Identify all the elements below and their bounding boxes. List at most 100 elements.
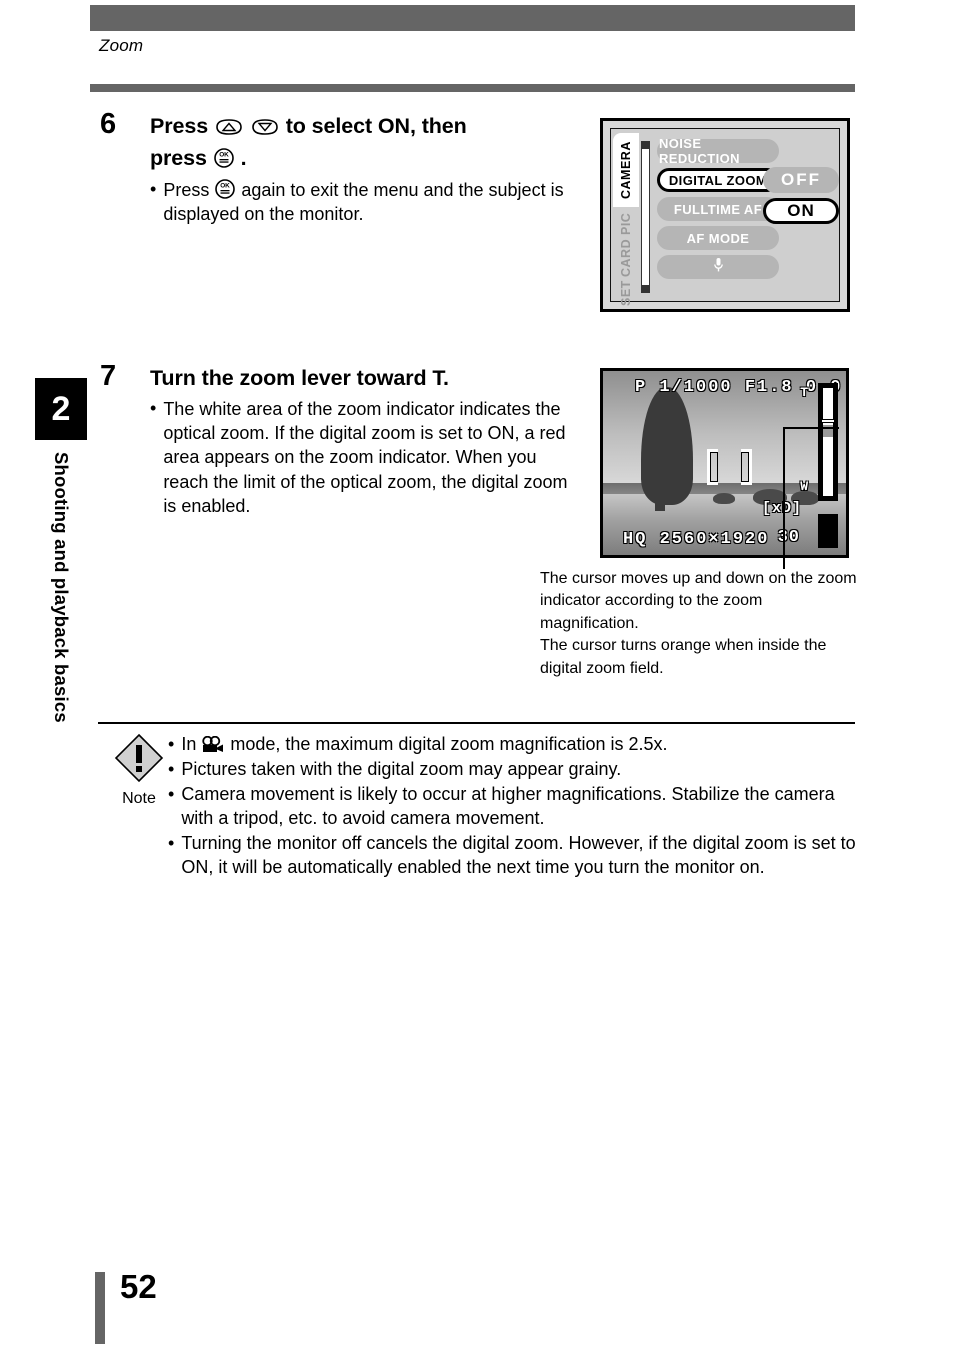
menu-tab-camera[interactable]: CAMERA	[613, 133, 639, 207]
menu-item-list: NOISE REDUCTION DIGITAL ZOOM FULLTIME AF…	[657, 136, 779, 284]
lcd-preview-figure: P 1/1000 F1.8 0.0 HQ 2560×1920 [xD] 30 T…	[600, 368, 849, 558]
menu-option-on[interactable]: ON	[763, 198, 839, 224]
osd-exposure-info: P 1/1000 F1.8 0.0	[635, 378, 843, 397]
menu-tab-pic-label: PIC	[619, 212, 633, 236]
photo-bush	[713, 493, 735, 504]
menu-option-on-label: ON	[787, 201, 815, 220]
menu-tab-pic[interactable]: PIC	[613, 209, 639, 239]
step-6-note-part1: Press	[163, 179, 210, 200]
note-icon-group: Note	[108, 732, 170, 808]
callout-leader-line	[783, 427, 785, 569]
scroll-down-icon[interactable]	[642, 285, 649, 292]
step-6-heading: Press to select ON, then press OK .	[150, 110, 570, 175]
menu-tab-card[interactable]: CARD	[613, 239, 639, 277]
menu-item-fulltime-af[interactable]: FULLTIME AF	[657, 197, 779, 221]
note-item-text: Camera movement is likely to occur at hi…	[181, 783, 835, 828]
bullet-marker: •	[168, 832, 175, 853]
step-6-heading-part3: press	[150, 146, 207, 171]
step-7-note: • The white area of the zoom indicator i…	[150, 397, 580, 518]
note-label: Note	[122, 790, 156, 807]
chapter-number: 2	[51, 389, 71, 428]
camera-menu-figure: CAMERA PIC CARD SET NOISE REDUCTION DIGI…	[600, 118, 850, 312]
step-6-body: Press to select ON, then press OK . • Pr…	[150, 110, 570, 226]
ok-menu-button-icon: OK	[213, 147, 235, 169]
menu-item-af-mode-label: AF MODE	[686, 230, 750, 246]
menu-item-noise-reduction[interactable]: NOISE REDUCTION	[657, 136, 779, 166]
chapter-title: Shooting and playback basics	[35, 452, 87, 812]
step-6-note: • Press OK again to exit the menu and th…	[150, 178, 570, 226]
step-6-heading-part1: Press	[150, 114, 209, 138]
zoom-indicator-track	[823, 388, 833, 496]
note-section-divider	[98, 722, 855, 724]
bullet-marker: •	[150, 178, 157, 199]
menu-item-digital-zoom-label: DIGITAL ZOOM	[668, 172, 768, 188]
ok-menu-button-icon: OK	[214, 178, 236, 200]
note-item-text: Turning the monitor off cancels the digi…	[181, 832, 856, 877]
note-warning-icon	[113, 733, 165, 788]
bullet-marker: •	[150, 398, 157, 419]
menu-tab-camera-label: CAMERA	[619, 141, 633, 199]
step-6-heading-part4: .	[240, 146, 247, 171]
note-item: • Camera movement is likely to occur at …	[168, 783, 858, 831]
running-head: Zoom	[99, 36, 144, 55]
osd-remaining-count: 30	[777, 528, 800, 547]
note-item: • Turning the monitor off cancels the di…	[168, 832, 858, 880]
osd-card-indicator: [xD]	[761, 500, 802, 517]
chapter-number-badge: 2	[35, 378, 87, 440]
zoom-tele-label: T	[800, 385, 808, 400]
scroll-up-icon[interactable]	[642, 142, 649, 149]
arrow-down-button-icon	[250, 117, 280, 137]
menu-tab-strip: CAMERA PIC CARD SET	[613, 131, 639, 306]
menu-item-microphone[interactable]	[657, 255, 779, 279]
menu-scrollbar[interactable]	[641, 141, 650, 293]
note-item: • In mode, the maximum digital zoom magn…	[168, 733, 858, 757]
note-item-text: In mode, the maximum digital zoom magnif…	[181, 733, 667, 757]
menu-item-digital-zoom[interactable]: DIGITAL ZOOM	[657, 168, 779, 192]
battery-indicator-icon	[818, 514, 838, 548]
folio-rule	[95, 1272, 105, 1344]
menu-item-af-mode[interactable]: AF MODE	[657, 226, 779, 250]
svg-text:OK: OK	[221, 182, 231, 189]
step-7-number: 7	[100, 360, 117, 392]
zoom-wide-label: W	[800, 479, 808, 494]
menu-tab-card-label: CARD	[619, 238, 633, 278]
photo-tree-trunk	[655, 483, 665, 511]
note-item-prefix: In	[181, 734, 197, 754]
note-item-text: Pictures taken with the digital zoom may…	[181, 758, 622, 779]
step-7-heading: Turn the zoom lever toward T.	[150, 366, 449, 390]
chapter-title-text: Shooting and playback basics	[51, 452, 72, 723]
step-7-body: Turn the zoom lever toward T. • The whit…	[150, 362, 580, 518]
header-rule-bar	[90, 84, 855, 92]
page-number: 52	[120, 1268, 157, 1305]
zoom-indicator-cursor	[821, 419, 835, 423]
bullet-marker: •	[168, 758, 175, 779]
note-list: • In mode, the maximum digital zoom magn…	[168, 733, 858, 881]
menu-tab-set[interactable]: SET	[613, 277, 639, 309]
callout-leader-horizontal	[783, 427, 839, 429]
menu-option-off[interactable]: OFF	[763, 167, 839, 193]
step-6-note-text: Press OK again to exit the menu and the …	[163, 178, 570, 226]
movie-mode-icon	[201, 736, 225, 754]
af-bracket-left-icon	[707, 449, 718, 485]
osd-quality-resolution: HQ 2560×1920	[623, 530, 770, 549]
zoom-indicator	[818, 383, 838, 501]
caption-line-2: The cursor turns orange when inside the …	[540, 637, 827, 677]
svg-text:OK: OK	[219, 152, 229, 159]
bullet-marker: •	[168, 734, 175, 754]
menu-item-fulltime-af-label: FULLTIME AF	[673, 201, 763, 217]
note-item-suffix: mode, the maximum digital zoom magnifica…	[230, 734, 668, 754]
menu-tab-set-label: SET	[619, 280, 633, 306]
menu-option-off-label: OFF	[781, 170, 821, 189]
step-6-number: 6	[100, 108, 117, 140]
microphone-icon	[713, 257, 724, 277]
menu-option-list: OFF ON	[763, 167, 839, 229]
step-6-heading-part2: to select ON, then	[285, 114, 467, 138]
bullet-marker: •	[168, 783, 175, 804]
camera-menu-screen: CAMERA PIC CARD SET NOISE REDUCTION DIGI…	[610, 128, 840, 306]
note-item: • Pictures taken with the digital zoom m…	[168, 758, 858, 782]
caption-line-1: The cursor moves up and down on the zoom…	[540, 570, 857, 632]
menu-item-noise-reduction-label: NOISE REDUCTION	[659, 136, 740, 166]
af-bracket-right-icon	[741, 449, 752, 485]
lcd-figure-caption: The cursor moves up and down on the zoom…	[540, 568, 860, 680]
step-7-note-text: The white area of the zoom indicator ind…	[163, 399, 568, 516]
